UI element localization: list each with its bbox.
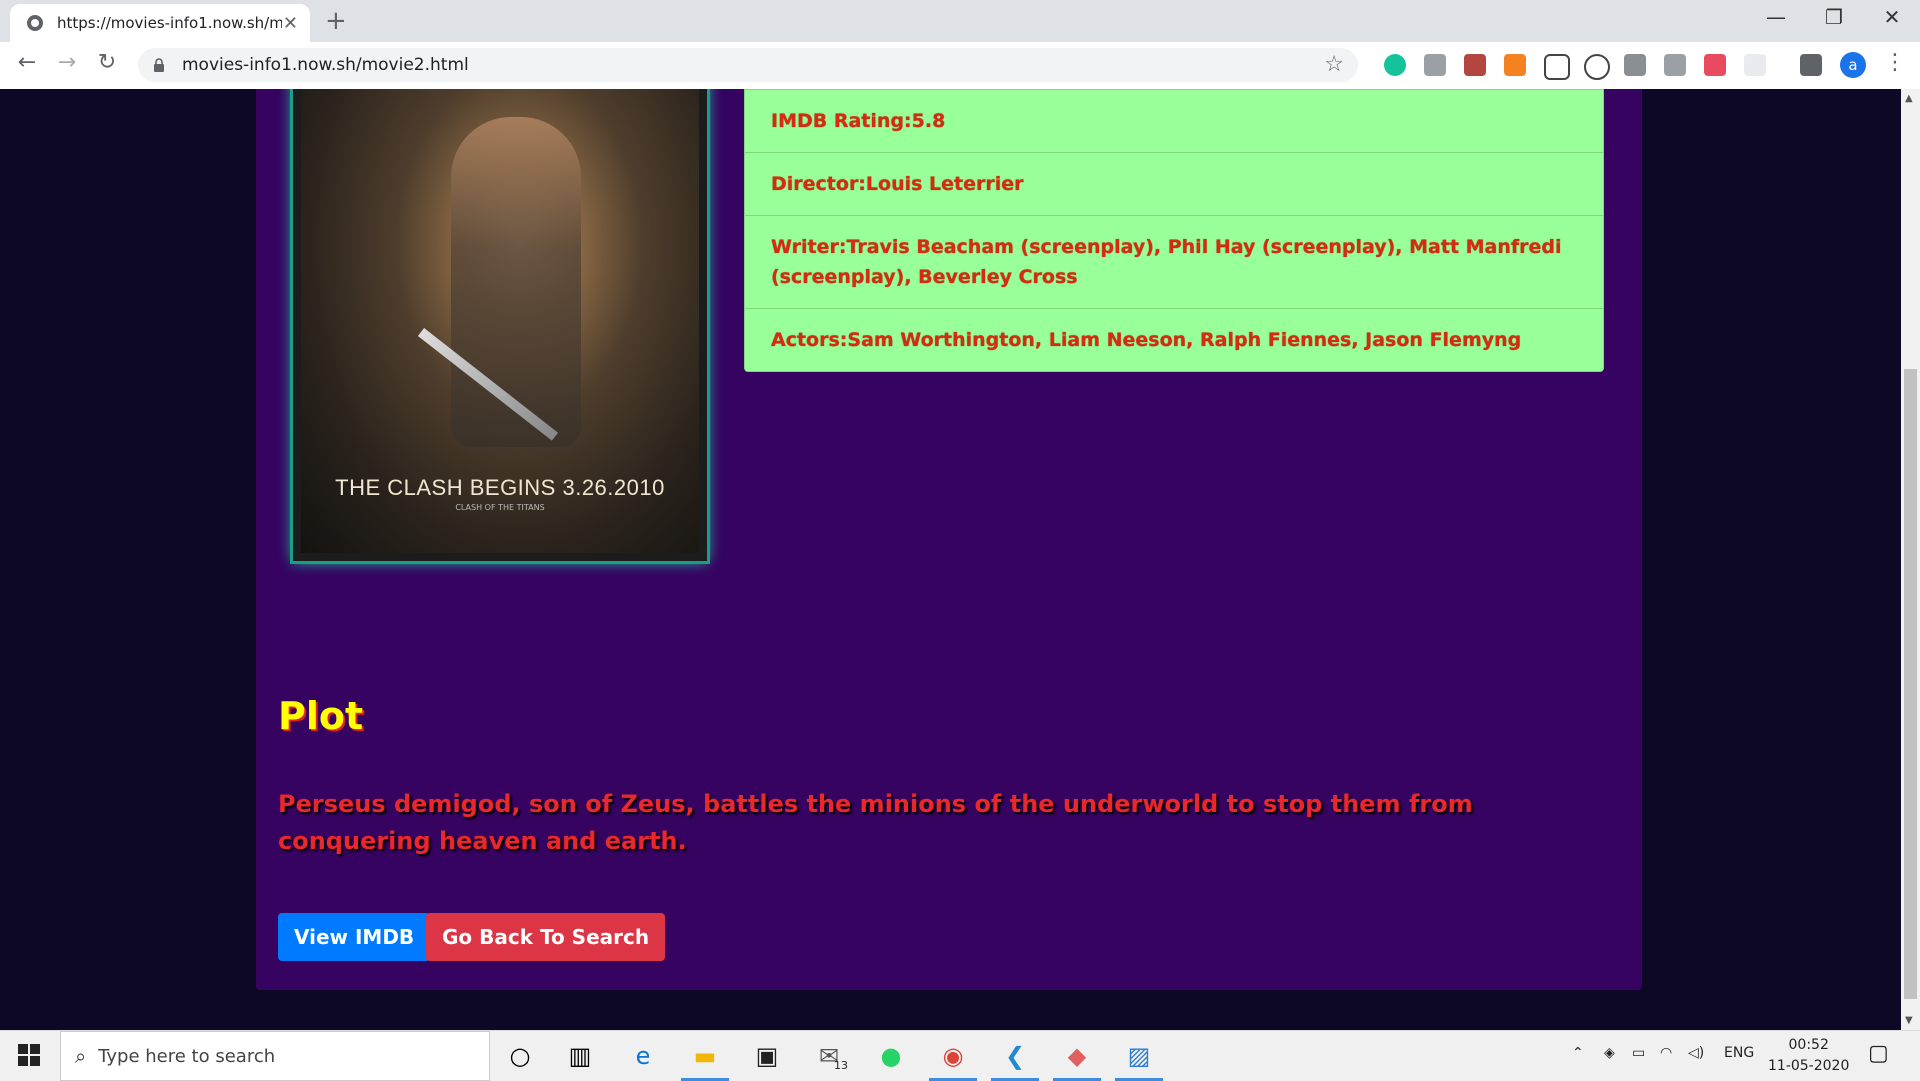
whatsapp-icon[interactable]: ●: [873, 1039, 909, 1073]
address-bar[interactable]: movies-info1.now.sh/movie2.html ☆: [138, 48, 1358, 82]
minimize-button[interactable]: —: [1756, 5, 1796, 29]
scroll-up-icon[interactable]: ▲: [1905, 93, 1913, 104]
info-item-director: Director:Louis Leterrier: [745, 152, 1603, 215]
forward-arrow-icon[interactable]: →: [52, 50, 82, 75]
close-tab-icon[interactable]: ✕: [283, 13, 298, 34]
lock-icon: [154, 58, 164, 72]
chevron-up-icon[interactable]: ⌃: [1572, 1045, 1584, 1061]
back-arrow-icon[interactable]: ←: [12, 50, 42, 75]
shopping-extension-icon[interactable]: [1504, 54, 1526, 76]
close-window-button[interactable]: ✕: [1872, 5, 1912, 29]
page-content: THE CLASH BEGINS 3.26.2010 CLASH OF THE …: [0, 89, 1901, 1030]
poster-caption: THE CLASH BEGINS 3.26.2010: [335, 475, 665, 500]
browser-tab[interactable]: https://movies-info1.now.sh/mo ✕: [10, 4, 310, 42]
mail-badge: 13: [834, 1059, 848, 1072]
chrome-icon[interactable]: ◉: [935, 1039, 971, 1073]
extension-icon[interactable]: [1624, 54, 1646, 76]
grammarly-extension-icon[interactable]: [1384, 54, 1406, 76]
browser-menu-icon[interactable]: ⋮: [1884, 50, 1906, 75]
taskbar-search-placeholder: Type here to search: [98, 1045, 276, 1067]
plot-card: Plot Perseus demigod, son of Zeus, battl…: [256, 652, 1642, 990]
block-extension-icon[interactable]: [1584, 54, 1610, 80]
movie-info-list: IMDB Rating:5.8 Director:Louis Leterrier…: [744, 89, 1604, 372]
store-icon[interactable]: ▣: [749, 1039, 785, 1073]
restore-button[interactable]: ❐: [1814, 5, 1854, 29]
clock-time: 00:52: [1788, 1037, 1829, 1053]
edge-browser-icon[interactable]: e: [625, 1039, 661, 1073]
reload-icon[interactable]: ↻: [92, 50, 122, 75]
go-back-to-search-button[interactable]: Go Back To Search: [426, 913, 666, 961]
tab-title: https://movies-info1.now.sh/mo: [57, 14, 282, 32]
scroll-down-icon[interactable]: ▼: [1905, 1015, 1913, 1026]
info-item-rating: IMDB Rating:5.8: [745, 89, 1603, 152]
scrollbar-thumb[interactable]: [1904, 369, 1917, 999]
info-item-writer: Writer:Travis Beacham (screenplay), Phil…: [745, 215, 1603, 308]
dropbox-icon[interactable]: ◈: [1604, 1045, 1615, 1061]
task-view-icon[interactable]: ▥: [562, 1039, 598, 1073]
profile-avatar[interactable]: a: [1840, 52, 1866, 78]
cortana-icon[interactable]: ○: [502, 1039, 538, 1073]
search-icon: ⌕: [75, 1044, 87, 1068]
plot-heading: Plot: [278, 694, 364, 738]
poster-subcaption: CLASH OF THE TITANS: [455, 503, 545, 512]
extension-icon[interactable]: [1744, 54, 1766, 76]
movie-details-card: THE CLASH BEGINS 3.26.2010 CLASH OF THE …: [256, 89, 1642, 700]
extension-icon[interactable]: [1424, 54, 1446, 76]
battery-icon[interactable]: ▭: [1632, 1045, 1645, 1061]
language-indicator[interactable]: ENG: [1724, 1045, 1754, 1061]
notification-icon[interactable]: ▢: [1868, 1041, 1889, 1066]
new-tab-button[interactable]: +: [325, 6, 347, 36]
git-kraken-icon[interactable]: ◆: [1059, 1039, 1095, 1073]
windows-taskbar: ⌕ Type here to search ○ ▥ e ▬ ▣ ✉ 13 ● ◉…: [0, 1030, 1920, 1081]
poster-figure: [451, 117, 581, 447]
media-control-icon[interactable]: [1800, 54, 1822, 76]
taskbar-search[interactable]: ⌕ Type here to search: [60, 1031, 490, 1081]
url-text: movies-info1.now.sh/movie2.html: [182, 55, 469, 75]
clock-date: 11-05-2020: [1768, 1058, 1850, 1074]
view-imdb-button[interactable]: View IMDB: [278, 913, 431, 961]
page-scrollbar[interactable]: ▲ ▼: [1901, 89, 1920, 1030]
vscode-icon[interactable]: ❮: [997, 1039, 1033, 1073]
info-item-actors: Actors:Sam Worthington, Liam Neeson, Ral…: [745, 308, 1603, 371]
extension-icon[interactable]: [1704, 54, 1726, 76]
pdf-extension-icon[interactable]: [1464, 54, 1486, 76]
shield-extension-icon[interactable]: [1544, 54, 1570, 80]
globe-icon: [27, 15, 43, 31]
movie-poster: THE CLASH BEGINS 3.26.2010 CLASH OF THE …: [290, 89, 710, 564]
photos-icon[interactable]: ▨: [1121, 1039, 1157, 1073]
taskbar-clock[interactable]: 00:52 11-05-2020: [1768, 1035, 1849, 1077]
browser-toolbar: ← → ↻ movies-info1.now.sh/movie2.html ☆ …: [0, 42, 1920, 90]
wifi-icon[interactable]: ◠: [1660, 1045, 1672, 1061]
chart-extension-icon[interactable]: [1664, 54, 1686, 76]
volume-icon[interactable]: ◁): [1688, 1045, 1704, 1061]
bookmark-star-icon[interactable]: ☆: [1324, 52, 1344, 77]
file-explorer-icon[interactable]: ▬: [687, 1039, 723, 1073]
windows-start-icon[interactable]: [18, 1044, 40, 1066]
browser-titlebar: https://movies-info1.now.sh/mo ✕ + — ❐ ✕…: [0, 0, 1920, 90]
plot-text: Perseus demigod, son of Zeus, battles th…: [278, 790, 1473, 855]
